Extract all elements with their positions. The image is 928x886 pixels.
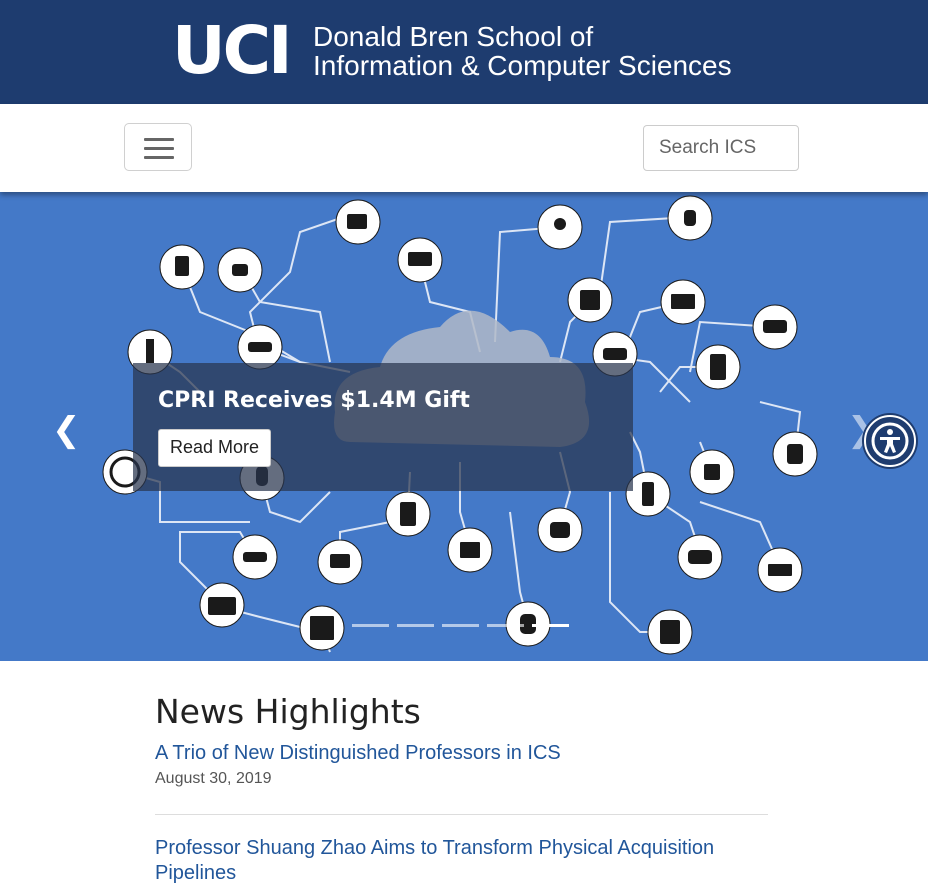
news-item-date: August 30, 2019 (155, 770, 272, 787)
navbar (0, 104, 928, 192)
carousel-indicator-2[interactable] (397, 624, 434, 627)
carousel-indicator-3[interactable] (442, 624, 479, 627)
news-heading: News Highlights (155, 692, 421, 731)
carousel-indicator-1[interactable] (352, 624, 389, 627)
school-name[interactable]: Donald Bren School of Information & Comp… (313, 22, 732, 80)
search-input[interactable] (643, 125, 799, 171)
news-item-link[interactable]: A Trio of New Distinguished Professors i… (155, 741, 768, 766)
carousel-indicator-5[interactable] (532, 624, 569, 627)
site-header: UCI Donald Bren School of Information & … (0, 0, 928, 104)
hamburger-menu-icon-bar2 (144, 147, 174, 150)
slide-title[interactable]: CPRI Receives $1.4M Gift (158, 388, 470, 413)
news-highlights: News Highlights A Trio of New Distinguis… (155, 692, 768, 886)
school-name-line1: Donald Bren School of (313, 21, 594, 52)
hamburger-menu-icon (144, 138, 174, 141)
hamburger-menu-icon-bar3 (144, 156, 174, 159)
news-item: A Trio of New Distinguished Professors i… (155, 741, 768, 815)
hero-carousel[interactable]: CPRI Receives $1.4M Gift Read More ❮ ❯ (0, 192, 928, 661)
uci-logo[interactable]: UCI (172, 18, 293, 84)
hamburger-menu-button[interactable] (124, 123, 192, 171)
carousel-prev-icon[interactable]: ❮ (52, 410, 81, 450)
news-item: Professor Shuang Zhao Aims to Transform … (155, 836, 768, 886)
slide-caption: CPRI Receives $1.4M Gift Read More (133, 363, 633, 491)
carousel-indicators (352, 624, 569, 627)
read-more-button[interactable]: Read More (158, 429, 272, 467)
accessibility-icon (871, 422, 909, 460)
carousel-indicator-4[interactable] (487, 624, 524, 627)
news-item-link[interactable]: Professor Shuang Zhao Aims to Transform … (155, 836, 768, 886)
accessibility-button[interactable] (864, 415, 916, 467)
school-name-line2: Information & Computer Sciences (313, 50, 732, 81)
